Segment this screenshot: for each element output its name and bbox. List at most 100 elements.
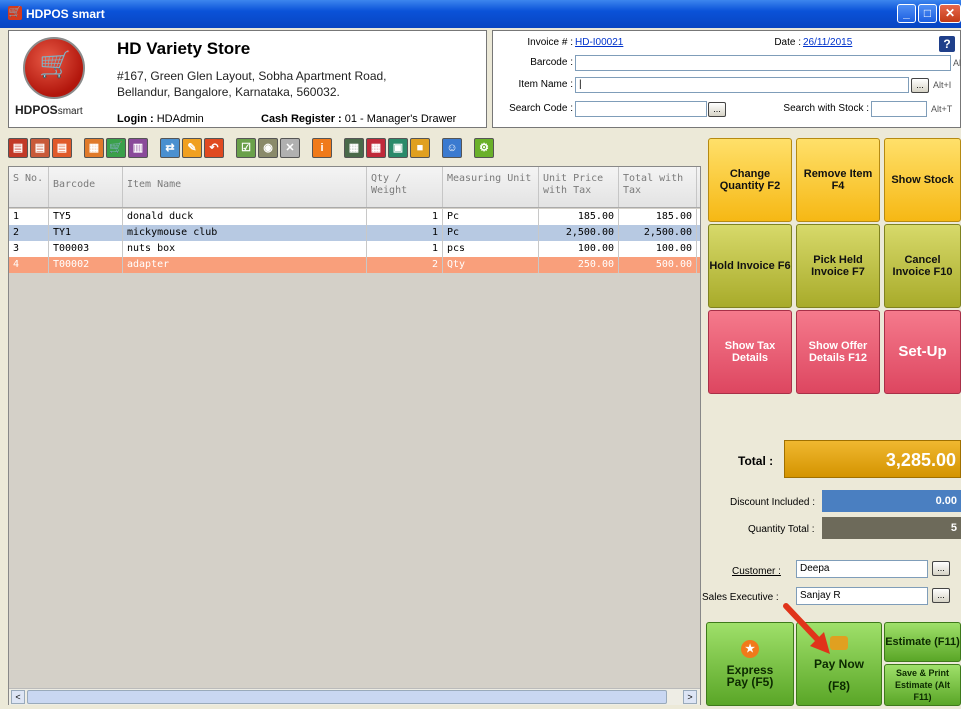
table-row[interactable]: 1 TY5 donald duck 1 Pc 185.00 185.00 xyxy=(9,209,700,225)
hold-invoice-button[interactable]: Hold Invoice F6 xyxy=(708,224,792,308)
cell-barcode: TY5 xyxy=(49,209,123,225)
cell-qty: 1 xyxy=(367,209,443,225)
scroll-right-icon[interactable]: > xyxy=(683,690,697,704)
col-item-name[interactable]: Item Name xyxy=(123,167,367,207)
cell-qty: 1 xyxy=(367,241,443,257)
search-code-input[interactable] xyxy=(575,101,707,117)
search-stock-input[interactable] xyxy=(871,101,927,117)
col-unit-price[interactable]: Unit Price with Tax xyxy=(539,167,619,207)
pick-held-invoice-button[interactable]: Pick Held Invoice F7 xyxy=(796,224,880,308)
item-grid: S No. Barcode Item Name Qty / Weight Mea… xyxy=(8,166,701,705)
item-name-shortcut: Alt+I xyxy=(933,80,952,90)
barcode-input[interactable] xyxy=(575,55,951,71)
grid-header: S No. Barcode Item Name Qty / Weight Mea… xyxy=(9,167,700,208)
date-link[interactable]: 26/11/2015 xyxy=(803,37,852,48)
cancel-invoice-button[interactable]: Cancel Invoice F10 xyxy=(884,224,961,308)
customer-link[interactable]: Customer : xyxy=(732,566,781,577)
setup-button[interactable]: Set-Up xyxy=(884,310,961,394)
item-name-input[interactable]: | xyxy=(575,77,909,93)
discount-label: Discount Included : xyxy=(730,497,816,508)
cell-sno: 1 xyxy=(9,209,49,225)
cell-qty: 1 xyxy=(367,225,443,241)
item-name-browse-button[interactable]: ... xyxy=(911,78,929,93)
remove-item-button[interactable]: Remove Item F4 xyxy=(796,138,880,222)
new-invoice-icon[interactable]: ▤ xyxy=(8,138,28,158)
coupon-icon[interactable]: ◉ xyxy=(258,138,278,158)
sales-executive-browse-button[interactable]: ... xyxy=(932,588,950,603)
total-value: 3,285.00 xyxy=(784,440,961,478)
cell-barcode: TY1 xyxy=(49,225,123,241)
cell-unit: Pc xyxy=(443,209,539,225)
col-barcode[interactable]: Barcode xyxy=(49,167,123,207)
stock-icon[interactable]: ▥ xyxy=(128,138,148,158)
save-print-estimate-button[interactable]: Save & Print Estimate (Alt F11) xyxy=(884,664,961,706)
col-total[interactable]: Total with Tax xyxy=(619,167,697,207)
scroll-left-icon[interactable]: < xyxy=(11,690,25,704)
open-invoice-icon[interactable]: ▤ xyxy=(30,138,50,158)
cell-sno: 2 xyxy=(9,225,49,241)
table-row[interactable]: 3 T00003 nuts box 1 pcs 100.00 100.00 xyxy=(9,241,700,257)
minimize-icon[interactable]: _ xyxy=(897,4,916,23)
show-offer-details-button[interactable]: Show Offer Details F12 xyxy=(796,310,880,394)
calendar-icon[interactable]: ▦ xyxy=(366,138,386,158)
sales-executive-label: Sales Executive : xyxy=(702,592,779,603)
login-info: Login : HDAdmin xyxy=(117,113,204,125)
search-code-browse-button[interactable]: ... xyxy=(708,102,726,117)
show-tax-details-button[interactable]: Show Tax Details xyxy=(708,310,792,394)
search-stock-label: Search with Stock : xyxy=(783,103,869,114)
customer-input[interactable]: Deepa xyxy=(796,560,928,578)
show-stock-button[interactable]: Show Stock xyxy=(884,138,961,222)
return-icon[interactable]: ↶ xyxy=(204,138,224,158)
settings-gear-icon[interactable]: ⚙ xyxy=(474,138,494,158)
cash-register-info: Cash Register : 01 - Manager's Drawer xyxy=(261,113,456,125)
col-measuring-unit[interactable]: Measuring Unit xyxy=(443,167,539,207)
print-invoice-icon[interactable]: ▤ xyxy=(52,138,72,158)
search-code-label: Search Code : xyxy=(509,103,573,114)
customer-browse-button[interactable]: ... xyxy=(932,561,950,576)
horizontal-scrollbar[interactable]: < > xyxy=(9,688,700,705)
cell-item: nuts box xyxy=(123,241,367,257)
date-label: Date : xyxy=(774,37,801,48)
pay-now-shortcut: (F8) xyxy=(828,679,850,693)
cell-qty: 2 xyxy=(367,257,443,273)
cell-barcode: T00003 xyxy=(49,241,123,257)
info-icon[interactable]: i xyxy=(312,138,332,158)
cancel-icon[interactable]: ✕ xyxy=(280,138,300,158)
invoice-number-link[interactable]: HD-I00021 xyxy=(575,37,623,48)
address-line-2: Bellandur, Bangalore, Karnataka, 560032. xyxy=(117,85,340,99)
user-icon[interactable]: ☺ xyxy=(442,138,462,158)
cell-price: 2,500.00 xyxy=(539,225,619,241)
table-row[interactable]: 4 T00002 adapter 2 Qty 250.00 500.00 xyxy=(9,257,700,273)
purchase-cart-icon[interactable]: 🛒 xyxy=(106,138,126,158)
calculator-icon[interactable]: ▦ xyxy=(344,138,364,158)
item-master-icon[interactable]: ▦ xyxy=(84,138,104,158)
cash-register-value: 01 - Manager's Drawer xyxy=(344,113,457,125)
store-name: HD Variety Store xyxy=(117,39,251,58)
cash-drawer-icon[interactable]: ▣ xyxy=(388,138,408,158)
help-icon[interactable]: ? xyxy=(939,36,955,52)
scroll-thumb[interactable] xyxy=(27,690,667,704)
cell-total: 500.00 xyxy=(619,257,697,273)
checklist-icon[interactable]: ☑ xyxy=(236,138,256,158)
pointer-arrow-icon xyxy=(783,603,830,654)
maximize-icon[interactable]: □ xyxy=(918,4,937,23)
address-line-1: #167, Green Glen Layout, Sobha Apartment… xyxy=(117,69,387,83)
cell-unit: pcs xyxy=(443,241,539,257)
window-title: HDPOS smart xyxy=(26,7,105,21)
cell-item: donald duck xyxy=(123,209,367,225)
barcode-label: Barcode : xyxy=(530,57,573,68)
toolbar: ▤ ▤ ▤ ▦ 🛒 ▥ ⇄ ✎ ↶ ☑ ◉ ✕ i ▦ ▦ ▣ ■ ☺ ⚙ xyxy=(8,132,701,164)
table-row[interactable]: 2 TY1 mickymouse club 1 Pc 2,500.00 2,500.00 xyxy=(9,225,700,241)
transfer-icon[interactable]: ⇄ xyxy=(160,138,180,158)
estimate-button[interactable]: Estimate (F11) xyxy=(884,622,961,662)
col-qty[interactable]: Qty / Weight xyxy=(367,167,443,207)
change-quantity-button[interactable]: Change Quantity F2 xyxy=(708,138,792,222)
store-logo: 🛒 xyxy=(23,37,85,99)
theme-icon[interactable]: ■ xyxy=(410,138,430,158)
col-sno[interactable]: S No. xyxy=(9,167,49,207)
cell-barcode: T00002 xyxy=(49,257,123,273)
edit-note-icon[interactable]: ✎ xyxy=(182,138,202,158)
cell-unit: Qty xyxy=(443,257,539,273)
cell-price: 100.00 xyxy=(539,241,619,257)
close-icon[interactable]: ✕ xyxy=(939,4,961,23)
